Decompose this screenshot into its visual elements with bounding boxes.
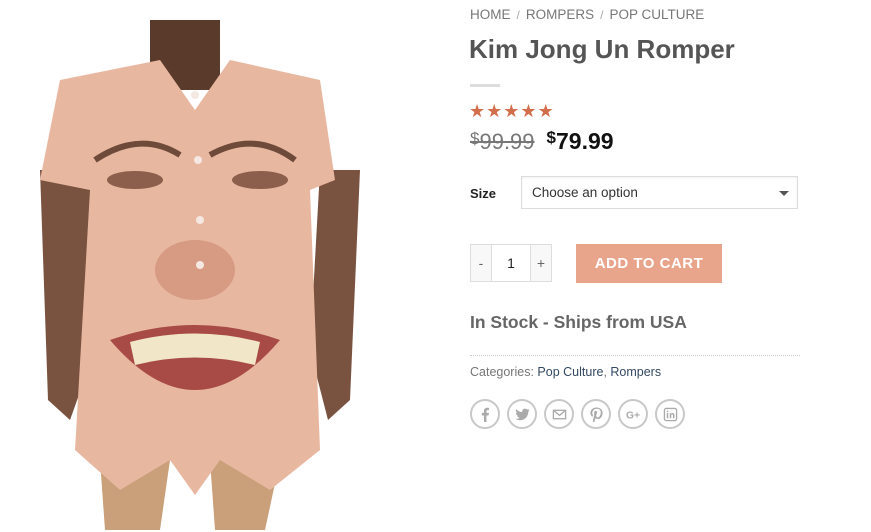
chevron-down-icon: [779, 191, 789, 196]
share-icons: G+: [470, 399, 685, 429]
original-price: $99.99: [470, 129, 535, 155]
size-select-value: Choose an option: [532, 185, 638, 200]
breadcrumb-separator: /: [600, 8, 604, 22]
product-title: Kim Jong Un Romper: [469, 34, 735, 64]
sale-price-amount: 79.99: [556, 128, 614, 154]
breadcrumb-rompers[interactable]: ROMPERS: [526, 7, 594, 22]
quantity-plus-button[interactable]: +: [530, 244, 552, 282]
svg-text:G+: G+: [626, 410, 640, 421]
size-select[interactable]: Choose an option: [521, 176, 798, 209]
breadcrumb-home[interactable]: HOME: [470, 7, 511, 22]
category-link-pop-culture[interactable]: Pop Culture: [537, 365, 603, 379]
facebook-icon[interactable]: [470, 399, 500, 429]
sale-price: $79.99: [547, 128, 614, 155]
breadcrumb-separator: /: [516, 8, 520, 22]
original-price-amount: 99.99: [479, 129, 535, 154]
star-icon: ★: [486, 101, 503, 121]
linkedin-icon[interactable]: [655, 399, 685, 429]
stock-status: In Stock - Ships from USA: [470, 312, 687, 332]
twitter-icon[interactable]: [507, 399, 537, 429]
star-icon: ★: [503, 101, 520, 121]
price: $99.99 $79.99: [470, 128, 614, 155]
google-plus-icon[interactable]: G+: [618, 399, 648, 429]
star-icon: ★: [520, 101, 537, 121]
categories: Categories: Pop Culture, Rompers: [470, 365, 662, 379]
quantity-stepper: - 1 +: [470, 244, 552, 282]
star-icon: ★: [469, 101, 486, 121]
breadcrumb-pop-culture[interactable]: POP CULTURE: [609, 7, 704, 22]
product-image[interactable]: [20, 20, 380, 530]
breadcrumb: HOME / ROMPERS / POP CULTURE: [470, 7, 704, 22]
sale-price-currency: $: [546, 128, 556, 147]
email-icon[interactable]: [544, 399, 574, 429]
quantity-input[interactable]: 1: [492, 244, 530, 282]
star-rating[interactable]: ★ ★ ★ ★ ★: [469, 101, 554, 121]
add-to-cart-button[interactable]: ADD TO CART: [576, 244, 722, 283]
categories-label: Categories:: [470, 365, 534, 379]
title-divider: [470, 84, 500, 87]
pinterest-icon[interactable]: [581, 399, 611, 429]
star-icon: ★: [537, 101, 554, 121]
category-link-rompers[interactable]: Rompers: [610, 365, 661, 379]
quantity-minus-button[interactable]: -: [470, 244, 492, 282]
size-label: Size: [470, 186, 497, 201]
divider: [470, 355, 800, 356]
